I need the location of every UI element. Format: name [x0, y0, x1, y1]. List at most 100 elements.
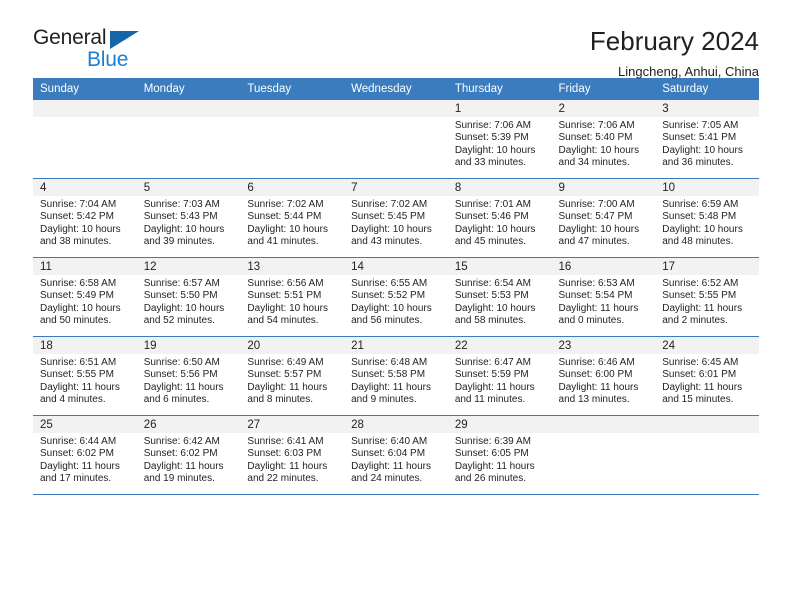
calendar-day-cell-empty	[551, 415, 656, 495]
day-details: Sunrise: 7:02 AM Sunset: 5:44 PM Daylight:…	[240, 196, 344, 249]
calendar-day-cell[interactable]: 2 Sunrise: 7:06 AM Sunset: 5:40 PM Daylight…	[551, 100, 656, 179]
calendar-day-cell[interactable]: 11 Sunrise: 6:58 AM Sunset: 5:49 PM Dayligh…	[33, 257, 137, 337]
daylight-duration-line1: Daylight: 11 hours	[558, 302, 639, 314]
day-details: Sunrise: 6:41 AM Sunset: 6:03 PM Daylight:…	[240, 433, 344, 486]
title-block: February 2024 Lingcheng, Anhui, China	[590, 26, 759, 82]
calendar-day-cell[interactable]: 5 Sunrise: 7:03 AM Sunset: 5:43 PM Daylight…	[136, 178, 241, 258]
day-number: 19	[136, 337, 241, 354]
calendar-week-row: 4 Sunrise: 7:04 AM Sunset: 5:42 PM Daylight…	[33, 178, 759, 258]
calendar-day-cell-empty	[655, 415, 759, 495]
sunset-time: Sunset: 5:49 PM	[40, 290, 114, 302]
calendar-day-cell[interactable]: 10 Sunrise: 6:59 AM Sunset: 5:48 PM Dayligh…	[655, 178, 759, 258]
daylight-duration-line1: Daylight: 11 hours	[351, 460, 431, 472]
day-details: Sunrise: 6:48 AM Sunset: 5:58 PM Daylight:…	[344, 354, 448, 407]
calendar-day-cell[interactable]: 17 Sunrise: 6:52 AM Sunset: 5:55 PM Dayligh…	[655, 257, 759, 337]
calendar-day-cell[interactable]: 8 Sunrise: 7:01 AM Sunset: 5:46 PM Daylight…	[447, 178, 552, 258]
day-number: 8	[447, 179, 552, 196]
daylight-duration-line2: and 47 minutes.	[558, 236, 630, 248]
day-details: Sunrise: 7:06 AM Sunset: 5:39 PM Daylight:…	[448, 117, 552, 170]
calendar-day-cell[interactable]: 18 Sunrise: 6:51 AM Sunset: 5:55 PM Dayligh…	[33, 336, 137, 416]
sunrise-time: Sunrise: 7:02 AM	[247, 199, 324, 210]
day-details: Sunrise: 6:58 AM Sunset: 5:49 PM Daylight:…	[33, 275, 137, 328]
calendar-day-cell[interactable]: 23 Sunrise: 6:46 AM Sunset: 6:00 PM Dayligh…	[551, 336, 656, 416]
calendar-page: General Blue February 2024 Lingcheng, An…	[0, 0, 792, 612]
day-details	[655, 433, 759, 436]
sunset-time: Sunset: 5:48 PM	[662, 211, 737, 223]
calendar-day-cell[interactable]: 19 Sunrise: 6:50 AM Sunset: 5:56 PM Dayligh…	[136, 336, 241, 416]
calendar-day-cell[interactable]: 9 Sunrise: 7:00 AM Sunset: 5:47 PM Daylight…	[551, 178, 656, 258]
sunset-time: Sunset: 5:43 PM	[143, 211, 218, 223]
day-number: 18	[33, 337, 137, 354]
calendar-day-cell[interactable]: 15 Sunrise: 6:54 AM Sunset: 5:53 PM Dayligh…	[447, 257, 552, 337]
daylight-duration-line1: Daylight: 10 hours	[351, 223, 432, 235]
sunset-time: Sunset: 5:59 PM	[454, 369, 529, 381]
daylight-duration-line1: Daylight: 10 hours	[558, 223, 640, 235]
calendar-day-cell[interactable]: 25 Sunrise: 6:44 AM Sunset: 6:02 PM Dayligh…	[33, 415, 137, 495]
sunrise-time: Sunrise: 6:46 AM	[558, 357, 635, 368]
daylight-duration-line2: and 24 minutes.	[351, 473, 423, 485]
calendar-day-cell[interactable]: 27 Sunrise: 6:41 AM Sunset: 6:03 PM Dayligh…	[240, 415, 345, 495]
calendar-day-cell[interactable]: 12 Sunrise: 6:57 AM Sunset: 5:50 PM Dayligh…	[136, 257, 241, 337]
day-number: 16	[551, 258, 656, 275]
day-details	[344, 117, 448, 120]
page-subtitle: Lingcheng, Anhui, China	[618, 64, 759, 79]
day-number: 9	[551, 179, 656, 196]
day-number: 20	[240, 337, 345, 354]
day-details: Sunrise: 6:46 AM Sunset: 6:00 PM Daylight:…	[552, 354, 656, 407]
daylight-duration-line2: and 34 minutes.	[558, 157, 630, 169]
day-details: Sunrise: 6:49 AM Sunset: 5:57 PM Daylight:…	[240, 354, 344, 407]
calendar-day-cell[interactable]: 16 Sunrise: 6:53 AM Sunset: 5:54 PM Dayligh…	[551, 257, 656, 337]
calendar-day-cell[interactable]: 14 Sunrise: 6:55 AM Sunset: 5:52 PM Dayligh…	[344, 257, 448, 337]
day-number	[33, 100, 137, 117]
daylight-duration-line1: Daylight: 11 hours	[558, 381, 639, 393]
daylight-duration-line2: and 48 minutes.	[662, 236, 734, 248]
daylight-duration-line2: and 8 minutes.	[247, 394, 314, 406]
daylight-duration-line2: and 17 minutes.	[40, 473, 112, 485]
day-number: 28	[344, 416, 448, 433]
weekday-header-monday: Monday	[136, 78, 241, 100]
daylight-duration-line1: Daylight: 10 hours	[40, 223, 121, 235]
calendar-day-cell[interactable]: 7 Sunrise: 7:02 AM Sunset: 5:45 PM Daylight…	[344, 178, 448, 258]
page-title: February 2024	[589, 26, 759, 56]
weekday-header-sunday: Sunday	[33, 78, 137, 100]
daylight-duration-line2: and 43 minutes.	[351, 236, 423, 248]
calendar-day-cell[interactable]: 28 Sunrise: 6:40 AM Sunset: 6:04 PM Dayligh…	[344, 415, 448, 495]
daylight-duration-line2: and 50 minutes.	[40, 315, 112, 327]
day-number: 3	[655, 100, 759, 117]
sunrise-time: Sunrise: 6:59 AM	[662, 199, 739, 210]
sunset-time: Sunset: 6:04 PM	[351, 448, 426, 460]
calendar-day-cell[interactable]: 3 Sunrise: 7:05 AM Sunset: 5:41 PM Daylight…	[655, 100, 759, 179]
sunset-time: Sunset: 6:02 PM	[40, 448, 114, 460]
daylight-duration-line1: Daylight: 11 hours	[247, 381, 328, 393]
day-details	[33, 117, 137, 120]
calendar-week-row: 11 Sunrise: 6:58 AM Sunset: 5:49 PM Dayligh…	[33, 257, 759, 337]
calendar-day-cell[interactable]: 6 Sunrise: 7:02 AM Sunset: 5:44 PM Daylight…	[240, 178, 345, 258]
day-details: Sunrise: 7:06 AM Sunset: 5:40 PM Daylight:…	[552, 117, 656, 170]
sunset-time: Sunset: 5:55 PM	[40, 369, 114, 381]
sunset-time: Sunset: 5:40 PM	[558, 132, 633, 144]
daylight-duration-line2: and 26 minutes.	[454, 473, 526, 485]
daylight-duration-line2: and 56 minutes.	[351, 315, 423, 327]
calendar-day-cell-empty	[33, 100, 137, 179]
calendar-day-cell[interactable]: 20 Sunrise: 6:49 AM Sunset: 5:57 PM Dayligh…	[240, 336, 345, 416]
calendar-day-cell[interactable]: 29 Sunrise: 6:39 AM Sunset: 6:05 PM Dayligh…	[447, 415, 552, 495]
sunset-time: Sunset: 5:52 PM	[351, 290, 426, 302]
sunrise-time: Sunrise: 7:02 AM	[351, 199, 428, 210]
daylight-duration-line1: Daylight: 10 hours	[247, 223, 329, 235]
day-number: 25	[33, 416, 137, 433]
calendar-day-cell[interactable]: 1 Sunrise: 7:06 AM Sunset: 5:39 PM Daylight…	[447, 100, 552, 179]
calendar-day-cell[interactable]: 22 Sunrise: 6:47 AM Sunset: 5:59 PM Dayligh…	[447, 336, 552, 416]
page-header: General Blue February 2024 Lingcheng, An…	[33, 0, 759, 79]
daylight-duration-line1: Daylight: 11 hours	[662, 302, 743, 314]
daylight-duration-line1: Daylight: 11 hours	[40, 460, 120, 472]
calendar-day-cell[interactable]: 13 Sunrise: 6:56 AM Sunset: 5:51 PM Dayligh…	[240, 257, 345, 337]
daylight-duration-line2: and 2 minutes.	[662, 315, 728, 327]
day-details: Sunrise: 7:04 AM Sunset: 5:42 PM Daylight:…	[33, 196, 137, 249]
calendar-day-cell[interactable]: 24 Sunrise: 6:45 AM Sunset: 6:01 PM Dayligh…	[655, 336, 759, 416]
day-details: Sunrise: 6:44 AM Sunset: 6:02 PM Daylight:…	[33, 433, 137, 486]
calendar-day-cell[interactable]: 26 Sunrise: 6:42 AM Sunset: 6:02 PM Dayligh…	[136, 415, 241, 495]
calendar-day-cell[interactable]: 21 Sunrise: 6:48 AM Sunset: 5:58 PM Dayligh…	[344, 336, 448, 416]
sunset-time: Sunset: 5:39 PM	[454, 132, 529, 144]
daylight-duration-line1: Daylight: 10 hours	[143, 302, 225, 314]
calendar-day-cell[interactable]: 4 Sunrise: 7:04 AM Sunset: 5:42 PM Daylight…	[33, 178, 137, 258]
